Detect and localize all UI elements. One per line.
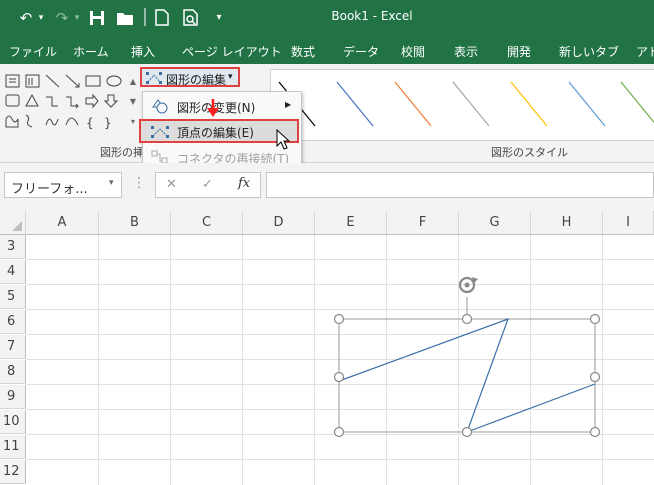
menu-item-label: 頂点の編集(E) — [177, 126, 254, 140]
shape-style-line-swatches[interactable] — [271, 70, 654, 140]
ribbon: { } ▲ ▼ ▾ 図形の編集 ▾ 図形の挿 図形のスタイル — [0, 64, 654, 163]
enter-icon[interactable]: ✓ — [202, 177, 213, 192]
window-title: Book1 - Excel — [331, 9, 413, 23]
edit-shape-label: 図形の編集 — [166, 73, 227, 87]
tab-home[interactable]: ホーム — [73, 43, 109, 60]
mouse-pointer-icon — [276, 129, 291, 150]
title-bar: ↶ ▾ ↷ ▾ ▾ Book1 - Excel — [0, 0, 654, 36]
freeform-shape — [338, 317, 596, 434]
name-box-value: フリーフォ... — [11, 182, 88, 197]
red-arrow-annotation — [207, 99, 219, 117]
resize-handle — [333, 426, 345, 438]
tab-formulas[interactable]: 数式 — [291, 43, 315, 60]
svg-text:}: } — [104, 116, 112, 130]
edit-shape-button[interactable]: 図形の編集 ▾ — [140, 67, 240, 87]
ribbon-tabs: ファイル ホーム 挿入 ページ レイアウト 数式 データ 校閲 表示 開発 新し… — [0, 36, 654, 64]
tab-view[interactable]: 表示 — [454, 43, 478, 60]
resize-handle — [461, 426, 473, 438]
resize-handle — [461, 313, 473, 325]
resize-handle — [333, 371, 345, 383]
freeform-shape-selection[interactable] — [0, 211, 654, 485]
tab-addins[interactable]: アド — [636, 43, 654, 60]
submenu-arrow-icon: ▶ — [285, 100, 292, 109]
resize-handle — [333, 313, 345, 325]
shapes-gallery-icons[interactable]: { } — [4, 73, 128, 133]
svg-text:{: { — [86, 116, 94, 130]
worksheet-grid[interactable]: A B C D E F G H I 3 4 5 6 7 8 9 10 11 12 — [0, 211, 654, 485]
resize-handle — [589, 426, 601, 438]
menu-item-edit-points[interactable]: 頂点の編集(E) — [139, 119, 299, 143]
gallery-more-icon[interactable]: ▾ — [128, 112, 138, 132]
gallery-scroll-up-icon[interactable]: ▲ — [128, 72, 138, 92]
tab-new[interactable]: 新しいタブ — [559, 43, 619, 60]
shape-styles-group-label: 図形のスタイル — [491, 146, 568, 159]
formula-buttons: ✕ ✓ fx — [155, 172, 261, 198]
rotate-handle-icon — [458, 276, 478, 294]
tab-review[interactable]: 校閲 — [401, 43, 425, 60]
insert-shapes-group-label: 図形の挿 — [100, 146, 144, 159]
resize-handle — [589, 371, 601, 383]
formula-bar: フリーフォ... ▾ ⋮ ✕ ✓ fx — [0, 163, 654, 211]
tab-insert[interactable]: 挿入 — [131, 43, 155, 60]
edit-shape-icon — [146, 72, 162, 87]
tab-developer[interactable]: 開発 — [507, 43, 531, 60]
tab-data[interactable]: データ — [343, 43, 379, 60]
change-shape-icon — [151, 98, 169, 117]
resize-handle — [589, 313, 601, 325]
cancel-icon[interactable]: ✕ — [166, 177, 177, 192]
tab-page-layout[interactable]: ページ レイアウト — [182, 43, 282, 60]
name-box[interactable]: フリーフォ... ▾ — [4, 172, 122, 198]
formula-bar-splitter-icon[interactable]: ⋮ — [132, 175, 146, 191]
insert-function-icon[interactable]: fx — [238, 176, 250, 191]
formula-input[interactable] — [266, 172, 654, 198]
name-box-dropdown-icon[interactable]: ▾ — [109, 178, 114, 188]
menu-item-change-shape[interactable]: 図形の変更(N) ▶ — [143, 95, 301, 117]
shape-styles-gallery[interactable] — [270, 69, 654, 141]
tab-file[interactable]: ファイル — [9, 43, 57, 60]
gallery-scroll-down-icon[interactable]: ▼ — [128, 92, 138, 112]
edit-points-icon — [151, 126, 169, 141]
edit-shape-dropdown-icon: ▾ — [228, 72, 233, 82]
